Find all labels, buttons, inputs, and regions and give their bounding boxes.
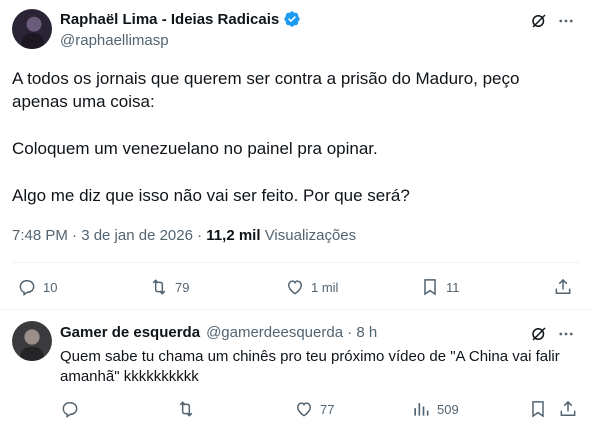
author-avatar[interactable]: [12, 9, 52, 49]
reply-like-count: 77: [320, 401, 335, 417]
reply-count: 10: [43, 279, 58, 295]
reply-reply-button[interactable]: [60, 399, 80, 419]
repost-icon: [152, 279, 166, 295]
author-name-row[interactable]: Raphaël Lima - Ideias Radicais: [60, 10, 301, 28]
tweet-timestamp[interactable]: 7:48 PM · 3 de jan de 2026 ·: [12, 227, 206, 244]
tweet-meta: 7:48 PM · 3 de jan de 2026 · 11,2 mil Vi…: [12, 227, 356, 244]
more-options-icon[interactable]: [557, 12, 575, 35]
grok-icon[interactable]: [530, 12, 548, 35]
reply-share-button[interactable]: [558, 399, 578, 419]
reply-views-count: 509: [437, 401, 459, 417]
reply-button[interactable]: 10: [17, 277, 57, 297]
share-button[interactable]: [553, 277, 573, 297]
views-count: 11,2 mil: [206, 227, 261, 244]
reply-views-button[interactable]: 509: [411, 399, 459, 419]
reply-grok-icon[interactable]: [530, 325, 548, 348]
repost-button[interactable]: 79: [149, 277, 189, 297]
tweet-text-paragraph-2: Coloquem um venezuelano no painel pra op…: [12, 139, 378, 158]
heart-icon: [296, 402, 312, 417]
divider-top: [12, 262, 580, 263]
divider-bottom: [0, 309, 592, 310]
reply-bookmark-button[interactable]: [528, 399, 548, 419]
views-label: Visualizações: [264, 227, 357, 244]
share-icon: [560, 400, 576, 416]
tweet-text-paragraph-3: Algo me diz que isso não vai ser feito. …: [12, 186, 410, 205]
reply-icon: [19, 280, 35, 297]
views-chart-icon: [414, 403, 429, 416]
reply-author-avatar[interactable]: [12, 321, 52, 361]
repost-icon: [179, 401, 193, 417]
author-handle[interactable]: @raphaellimasp: [60, 32, 169, 49]
tweet-text-paragraph-1: A todos os jornais que querem ser contra…: [12, 69, 520, 111]
bookmark-icon: [424, 279, 436, 296]
heart-icon: [287, 280, 303, 295]
reply-text: Quem sabe tu chama um chinês pro teu pró…: [60, 348, 560, 385]
reply-header: Gamer de esquerda @gamerdeesquerda · 8 h: [60, 324, 377, 341]
bookmark-button[interactable]: 11: [420, 277, 460, 297]
bookmark-count: 11: [446, 279, 460, 295]
repost-count: 79: [175, 279, 190, 295]
bookmark-icon: [532, 401, 544, 418]
reply-handle-time[interactable]: @gamerdeesquerda · 8 h: [206, 324, 377, 341]
like-count: 1 mil: [311, 279, 339, 295]
share-icon: [555, 278, 571, 294]
reply-more-options-icon[interactable]: [557, 325, 575, 348]
author-name[interactable]: Raphaël Lima - Ideias Radicais: [60, 11, 279, 28]
reply-like-button[interactable]: 77: [294, 399, 334, 419]
reply-repost-button[interactable]: [176, 399, 196, 419]
like-button[interactable]: 1 mil: [285, 277, 338, 297]
reply-author-name[interactable]: Gamer de esquerda: [60, 324, 200, 341]
reply-icon: [62, 402, 78, 419]
verified-badge-icon: [284, 11, 300, 27]
